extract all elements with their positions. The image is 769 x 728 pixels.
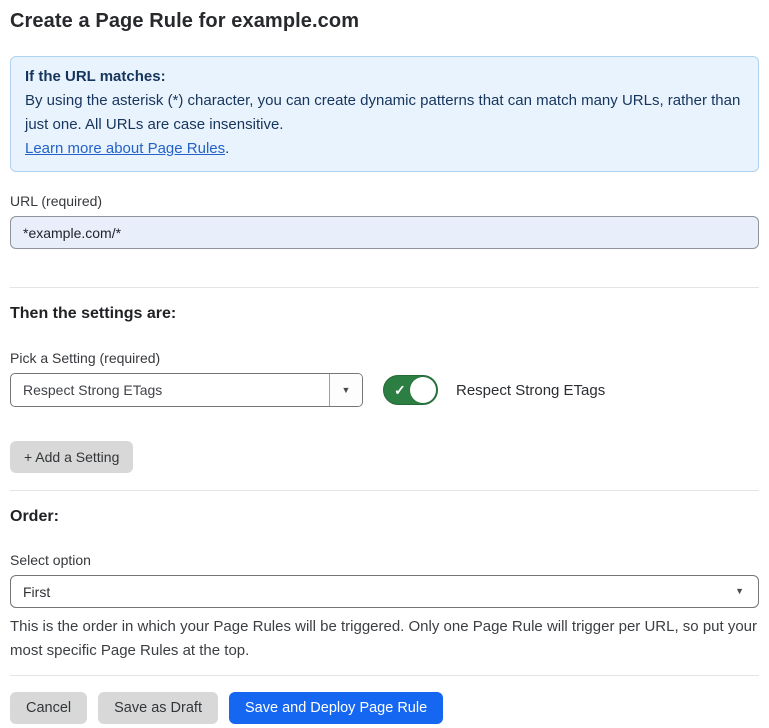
order-help-text: This is the order in which your Page Rul…: [10, 615, 759, 663]
url-input[interactable]: [10, 216, 759, 249]
save-as-draft-button[interactable]: Save as Draft: [98, 692, 218, 724]
callout-heading: If the URL matches:: [25, 65, 744, 89]
pick-setting-label: Pick a Setting (required): [10, 350, 759, 366]
cancel-button[interactable]: Cancel: [10, 692, 87, 724]
order-select-label: Select option: [10, 552, 759, 568]
page-rule-form: Create a Page Rule for example.com If th…: [0, 10, 769, 724]
url-matches-callout: If the URL matches: By using the asteris…: [10, 56, 759, 172]
actions-bar: Cancel Save as Draft Save and Deploy Pag…: [10, 692, 759, 724]
order-heading: Order:: [10, 508, 759, 526]
order-select[interactable]: First ▼: [10, 575, 759, 608]
section-divider: [10, 490, 759, 491]
setting-select[interactable]: Respect Strong ETags ▼: [10, 373, 363, 407]
chevron-down-icon: ▼: [342, 386, 351, 395]
callout-body: By using the asterisk (*) character, you…: [25, 89, 744, 137]
add-setting-button[interactable]: + Add a Setting: [10, 441, 133, 473]
setting-toggle[interactable]: ✓: [383, 375, 438, 405]
setting-toggle-label: Respect Strong ETags: [456, 382, 605, 399]
section-divider: [10, 287, 759, 288]
actions-divider: [10, 675, 759, 676]
link-suffix: .: [225, 140, 229, 157]
settings-heading: Then the settings are:: [10, 305, 759, 323]
url-field-label: URL (required): [10, 193, 759, 209]
order-select-value: First: [23, 584, 735, 600]
callout-link-line: Learn more about Page Rules.: [25, 137, 744, 161]
chevron-down-icon: ▼: [735, 587, 744, 596]
setting-row: Respect Strong ETags ▼ ✓ Respect Strong …: [10, 373, 759, 407]
check-icon: ✓: [394, 383, 406, 397]
save-and-deploy-button[interactable]: Save and Deploy Page Rule: [229, 692, 443, 724]
toggle-knob: [410, 377, 436, 403]
setting-select-arrow-button[interactable]: ▼: [329, 374, 362, 406]
setting-select-value: Respect Strong ETags: [11, 374, 329, 406]
learn-more-link[interactable]: Learn more about Page Rules: [25, 140, 225, 157]
page-title: Create a Page Rule for example.com: [10, 10, 759, 33]
